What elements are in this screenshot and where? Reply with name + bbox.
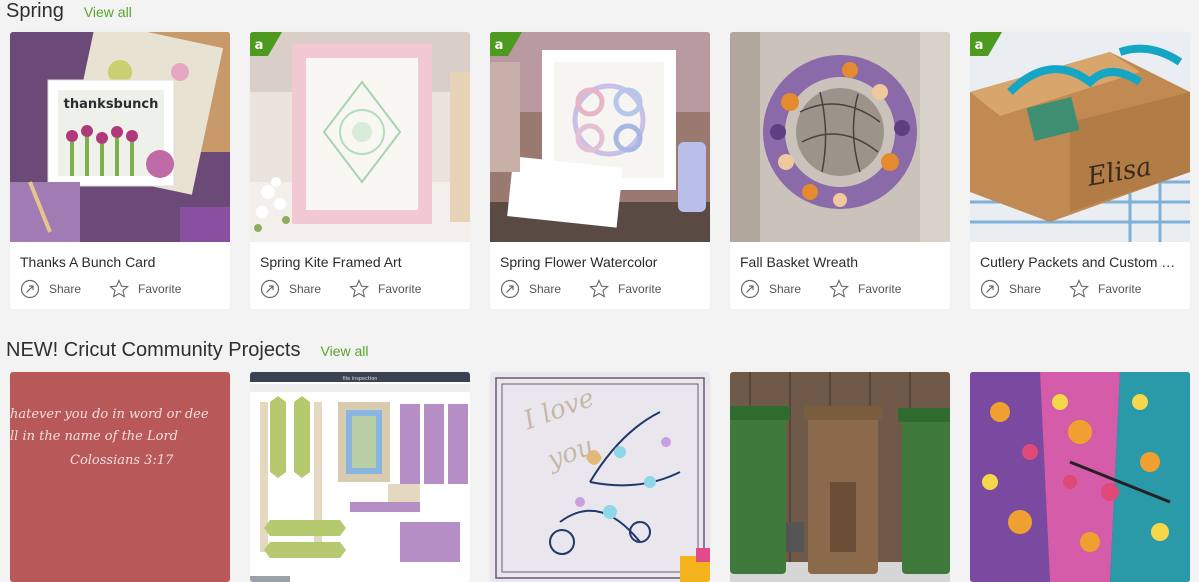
share-icon	[980, 279, 1000, 299]
share-label: Share	[289, 282, 322, 296]
favorite-label: Favorite	[138, 282, 182, 296]
image-text: Colossians 3:17	[70, 453, 174, 468]
project-thumbnail[interactable]	[730, 372, 950, 582]
project-thumbnail[interactable]: hatever you do in word or dee ll in the …	[10, 372, 230, 582]
section-title: Spring	[6, 0, 64, 22]
svg-text:a: a	[975, 38, 984, 53]
favorite-label: Favorite	[618, 282, 662, 296]
section-header-spring: Spring View all	[6, 0, 132, 23]
project-thumbnail[interactable]: thanksbunch	[10, 32, 230, 242]
access-badge-icon: a	[250, 32, 282, 56]
project-row-spring: thanksbunch Thanks A Bunch Card Share Fa…	[10, 32, 1190, 309]
favorite-button[interactable]: Favorite	[109, 279, 181, 299]
favorite-label: Favorite	[378, 282, 422, 296]
project-card[interactable]: a Spring Flower Watercolor Share Favorit…	[490, 32, 710, 309]
image-text: hatever you do in word or dee	[10, 407, 209, 422]
share-icon	[260, 279, 280, 299]
share-label: Share	[769, 282, 802, 296]
project-card[interactable]: Elisa a Cutlery Packets and Custom … Sha…	[970, 32, 1190, 309]
card-actions: Share Favorite	[500, 279, 661, 299]
project-thumbnail[interactable]	[730, 32, 950, 242]
project-title[interactable]: Cutlery Packets and Custom …	[980, 254, 1180, 270]
project-thumbnail[interactable]: Elisa a	[970, 32, 1190, 242]
favorite-button[interactable]: Favorite	[1069, 279, 1141, 299]
project-thumbnail[interactable]: a	[250, 32, 470, 242]
star-icon	[349, 279, 369, 298]
favorite-label: Favorite	[858, 282, 902, 296]
share-button[interactable]: Share	[740, 279, 801, 299]
project-title[interactable]: Spring Kite Framed Art	[260, 254, 460, 270]
project-thumbnail[interactable]: a	[490, 32, 710, 242]
svg-text:thanksbunch: thanksbunch	[64, 97, 159, 112]
access-badge-icon: a	[490, 32, 522, 56]
card-actions: Share Favorite	[20, 279, 181, 299]
favorite-button[interactable]: Favorite	[829, 279, 901, 299]
share-icon	[20, 279, 40, 299]
share-button[interactable]: Share	[500, 279, 561, 299]
project-title[interactable]: Fall Basket Wreath	[740, 254, 940, 270]
star-icon	[829, 279, 849, 298]
favorite-button[interactable]: Favorite	[349, 279, 421, 299]
card-actions: Share Favorite	[260, 279, 421, 299]
project-card[interactable]: a Spring Kite Framed Art Share Favorite	[250, 32, 470, 309]
favorite-label: Favorite	[1098, 282, 1142, 296]
share-button[interactable]: Share	[260, 279, 321, 299]
image-text: file inspection	[343, 376, 378, 382]
section-title: NEW! Cricut Community Projects	[6, 339, 301, 361]
svg-text:a: a	[495, 38, 504, 53]
project-card[interactable]: hatever you do in word or dee ll in the …	[10, 372, 230, 582]
project-card[interactable]	[970, 372, 1190, 582]
image-text: ll in the name of the Lord	[10, 429, 178, 444]
project-card[interactable]: Fall Basket Wreath Share Favorite	[730, 32, 950, 309]
project-card[interactable]: file inspection	[250, 372, 470, 582]
share-button[interactable]: Share	[980, 279, 1041, 299]
svg-text:a: a	[255, 38, 264, 53]
project-row-community: hatever you do in word or dee ll in the …	[10, 372, 1190, 582]
star-icon	[1069, 279, 1089, 298]
card-actions: Share Favorite	[740, 279, 901, 299]
share-button[interactable]: Share	[20, 279, 81, 299]
card-actions: Share Favorite	[980, 279, 1141, 299]
project-card[interactable]	[730, 372, 950, 582]
star-icon	[589, 279, 609, 298]
access-badge-icon: a	[970, 32, 1002, 56]
share-label: Share	[529, 282, 562, 296]
share-label: Share	[1009, 282, 1042, 296]
view-all-link[interactable]: View all	[321, 343, 369, 359]
project-thumbnail[interactable]: file inspection	[250, 372, 470, 582]
favorite-button[interactable]: Favorite	[589, 279, 661, 299]
project-thumbnail[interactable]	[970, 372, 1190, 582]
project-card[interactable]: thanksbunch Thanks A Bunch Card Share Fa…	[10, 32, 230, 309]
project-thumbnail[interactable]: I love you	[490, 372, 710, 582]
section-header-community: NEW! Cricut Community Projects View all	[6, 339, 369, 362]
view-all-link[interactable]: View all	[84, 4, 132, 20]
share-label: Share	[49, 282, 82, 296]
project-card[interactable]: I love you	[490, 372, 710, 582]
share-icon	[500, 279, 520, 299]
project-title[interactable]: Spring Flower Watercolor	[500, 254, 700, 270]
star-icon	[109, 279, 129, 298]
share-icon	[740, 279, 760, 299]
project-title[interactable]: Thanks A Bunch Card	[20, 254, 220, 270]
